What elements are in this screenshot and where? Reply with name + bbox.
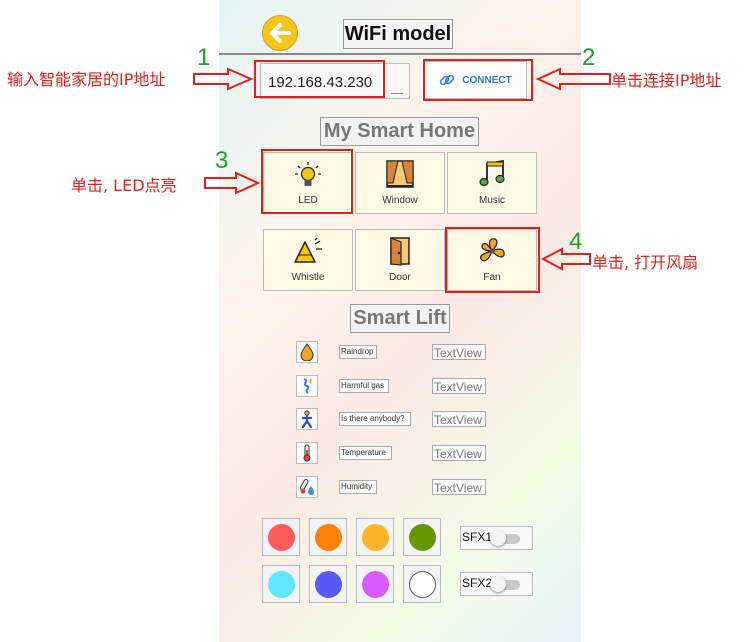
step-2-number: 2 (582, 44, 596, 71)
step-1-text: 输入智能家居的IP地址 (7, 70, 166, 89)
step-2-text: 单击连接IP地址 (611, 71, 722, 90)
step-3-text: 单击, LED点亮 (71, 176, 177, 195)
step-3-number: 3 (215, 147, 229, 174)
step-4-number: 4 (569, 228, 583, 255)
step-4-text: 单击, 打开风扇 (592, 253, 699, 272)
step-1-number: 1 (197, 44, 211, 71)
annotation-arrows (193, 67, 611, 271)
